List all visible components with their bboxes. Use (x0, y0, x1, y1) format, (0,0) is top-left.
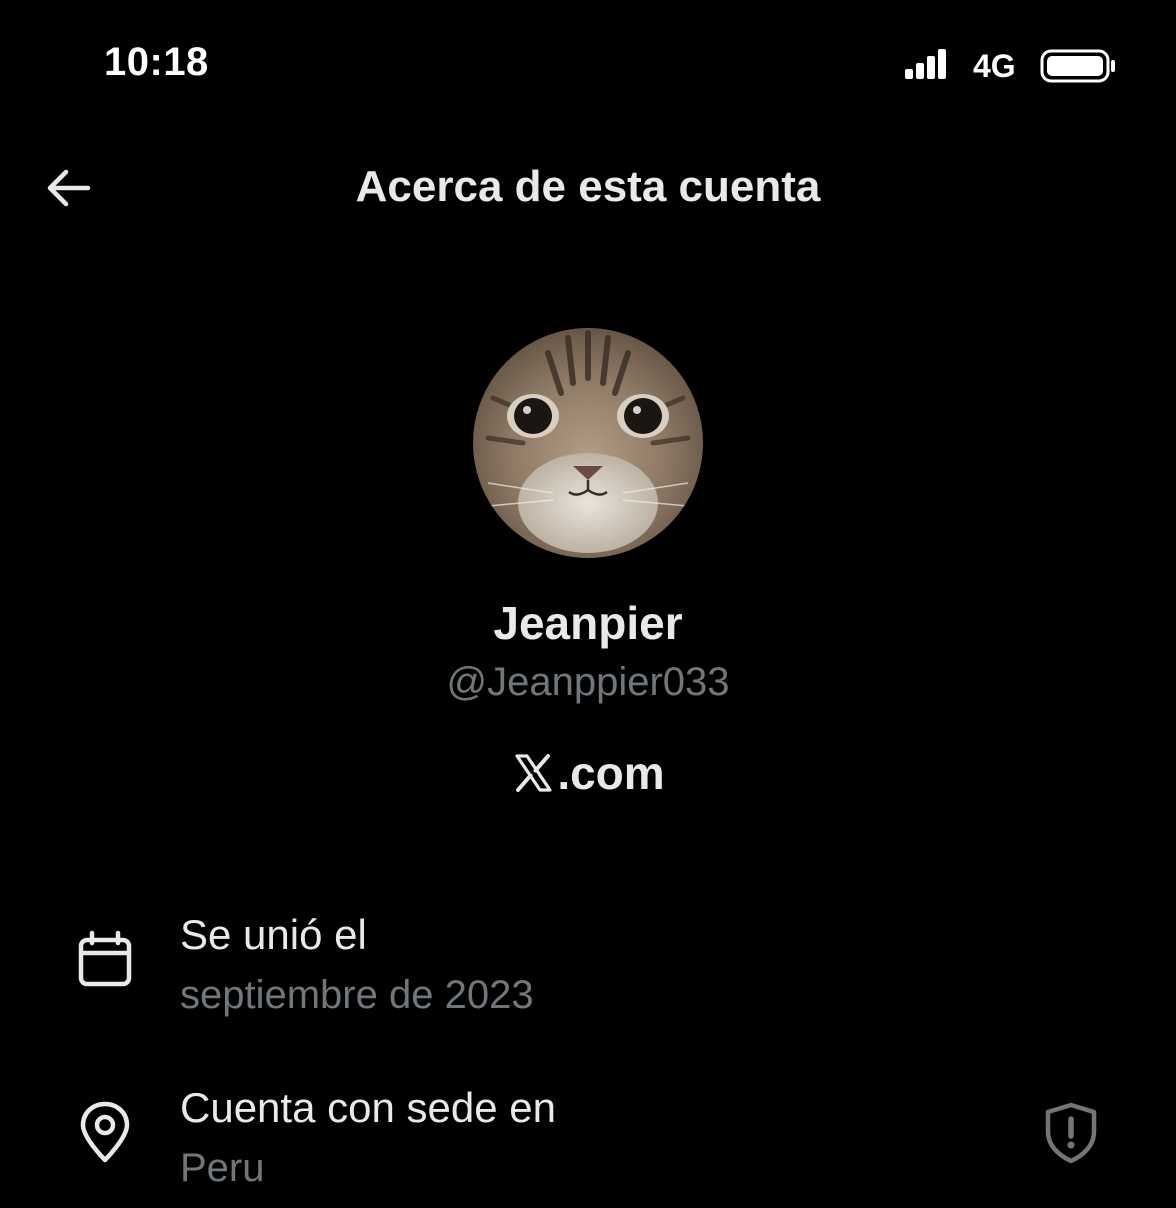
platform-domain: .com (0, 746, 1176, 800)
status-time: 10:18 (104, 40, 209, 84)
page-title: Acerca de esta cuenta (355, 162, 821, 211)
avatar[interactable] (473, 328, 703, 558)
cat-avatar-image (473, 328, 703, 558)
account-location-row[interactable]: Cuenta con sede en Peru (0, 1078, 1176, 1208)
account-location-value: Peru (180, 1146, 265, 1190)
status-bar: 10:18 4G (0, 0, 1176, 130)
joined-date-value: septiembre de 2023 (180, 973, 534, 1017)
joined-date-row: Se unió el septiembre de 2023 (0, 905, 1176, 1035)
network-type-label: 4G (973, 48, 1016, 84)
location-pin-icon (80, 1101, 130, 1163)
joined-date-label: Se unió el (180, 911, 367, 958)
platform-domain-text: .com (557, 747, 665, 799)
account-location-label: Cuenta con sede en (180, 1084, 556, 1131)
cellular-signal-icon (905, 49, 946, 79)
x-logo-icon (515, 754, 552, 792)
calendar-icon (78, 930, 132, 987)
username-handle: @Jeanppier033 (446, 660, 730, 704)
shield-alert-icon[interactable] (1038, 1100, 1104, 1166)
display-name: Jeanpier (493, 597, 683, 649)
battery-icon (1040, 49, 1115, 83)
